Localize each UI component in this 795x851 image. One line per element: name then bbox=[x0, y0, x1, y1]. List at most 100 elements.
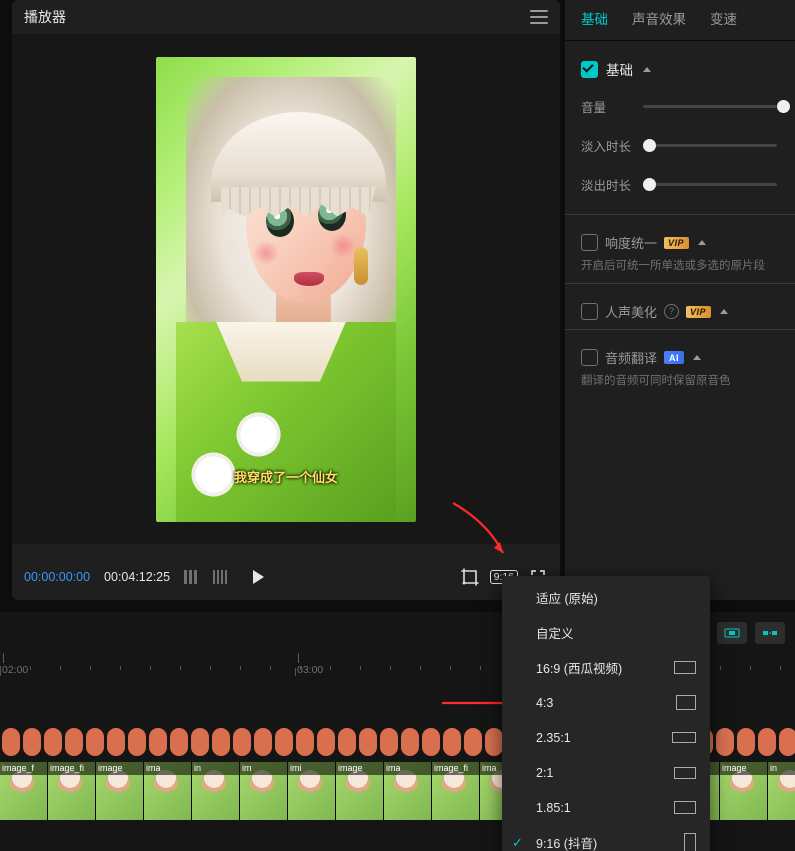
help-icon[interactable]: ? bbox=[664, 304, 679, 319]
clip-thumbnail[interactable]: ima bbox=[384, 762, 432, 820]
slider-row: 音量 bbox=[581, 97, 779, 116]
feature-checkbox[interactable] bbox=[581, 303, 598, 320]
feature-block: 人声美化? VIP bbox=[581, 302, 779, 321]
ratio-option[interactable]: 4:3 bbox=[502, 685, 710, 720]
slider-label: 音量 bbox=[581, 97, 643, 116]
columns-dense-icon[interactable] bbox=[210, 567, 230, 587]
ratio-option[interactable]: 2.35:1 bbox=[502, 720, 710, 755]
chevron-up-icon bbox=[693, 355, 701, 360]
clip-thumbnail[interactable]: ima bbox=[144, 762, 192, 820]
tab-声音效果[interactable]: 声音效果 bbox=[620, 0, 698, 40]
ratio-option-label: 2:1 bbox=[536, 766, 553, 780]
chevron-up-icon bbox=[643, 67, 651, 72]
ratio-option-label: 自定义 bbox=[536, 623, 574, 642]
vip-badge: VIP bbox=[664, 237, 689, 249]
ratio-swatch-icon bbox=[684, 833, 696, 851]
feature-title: 人声美化 bbox=[605, 302, 657, 321]
chevron-up-icon bbox=[698, 240, 706, 245]
clip-thumbnail[interactable]: image bbox=[96, 762, 144, 820]
ratio-swatch-icon bbox=[676, 695, 696, 710]
clip-thumbnail[interactable]: image_fi bbox=[432, 762, 480, 820]
clip-label: image_fi bbox=[48, 762, 95, 775]
tab-变速[interactable]: 变速 bbox=[698, 0, 749, 40]
ratio-option[interactable]: 自定义 bbox=[502, 615, 710, 650]
ratio-option[interactable]: 2:1 bbox=[502, 755, 710, 790]
ratio-swatch-icon bbox=[672, 732, 696, 743]
ratio-option-label: 2.35:1 bbox=[536, 731, 571, 745]
tab-基础[interactable]: 基础 bbox=[569, 0, 620, 40]
feature-checkbox[interactable] bbox=[581, 234, 598, 251]
ratio-option-label: 1.85:1 bbox=[536, 801, 571, 815]
slider-track[interactable] bbox=[643, 183, 777, 186]
feature-checkbox[interactable] bbox=[581, 349, 598, 366]
basic-checkbox[interactable] bbox=[581, 61, 598, 78]
menu-icon[interactable] bbox=[530, 10, 548, 24]
clip-label: image bbox=[96, 762, 143, 775]
ratio-swatch-icon bbox=[674, 661, 696, 674]
slider-label: 淡入时长 bbox=[581, 136, 643, 155]
clip-thumbnail[interactable]: image bbox=[720, 762, 768, 820]
clip-thumbnail[interactable]: imi bbox=[288, 762, 336, 820]
clip-label: image_f bbox=[0, 762, 47, 775]
slider-track[interactable] bbox=[643, 144, 777, 147]
play-button[interactable] bbox=[248, 567, 268, 587]
player-title: 播放器 bbox=[24, 7, 66, 27]
timeline-tool-b[interactable] bbox=[755, 622, 785, 644]
ratio-swatch-icon bbox=[674, 767, 696, 779]
check-icon: ✓ bbox=[512, 835, 523, 851]
clip-thumbnail[interactable]: image bbox=[336, 762, 384, 820]
total-duration: 00:04:12:25 bbox=[104, 570, 170, 584]
clip-label: in bbox=[768, 762, 795, 775]
ai-badge: AI bbox=[664, 351, 684, 364]
slider-track[interactable] bbox=[643, 105, 777, 108]
feature-block: 响度统一 VIP 开启后可统一所单选或多选的原片段 bbox=[581, 233, 779, 275]
crop-icon[interactable] bbox=[460, 567, 480, 587]
columns-icon[interactable] bbox=[180, 567, 200, 587]
ratio-option[interactable]: 1.85:1 bbox=[502, 790, 710, 825]
clip-label: im bbox=[240, 762, 287, 775]
feature-block: 音频翻译 AI 翻译的音频可同时保留原音色 bbox=[581, 348, 779, 390]
ratio-option-label: 4:3 bbox=[536, 696, 553, 710]
ruler-tick-label: | 02:00 bbox=[2, 652, 28, 676]
ratio-option[interactable]: ✓ 9:16 (抖音) bbox=[502, 825, 710, 851]
preview-frame[interactable]: 我穿成了一个仙女 bbox=[156, 57, 416, 522]
feature-title: 响度统一 bbox=[605, 233, 657, 252]
player-panel: 播放器 我穿成了一个仙女 00:00:00:00 00:04:12:25 bbox=[12, 0, 560, 600]
player-header: 播放器 bbox=[12, 0, 560, 34]
preview-area: 我穿成了一个仙女 bbox=[12, 34, 560, 544]
ratio-option-label: 适应 (原始) bbox=[536, 588, 598, 607]
ruler-tick-label: | 03:00 bbox=[297, 652, 323, 676]
clip-label: image bbox=[336, 762, 383, 775]
clip-label: ima bbox=[144, 762, 191, 775]
clip-label: ima bbox=[384, 762, 431, 775]
aspect-ratio-menu: 适应 (原始) 自定义 16:9 (西瓜视频) 4:3 2.35:1 2:1 1.85:1 ✓… bbox=[502, 576, 710, 851]
clip-thumbnail[interactable]: in bbox=[192, 762, 240, 820]
properties-panel: 基础声音效果变速 基础 音量淡入时长淡出时长 响度统一VIP开启后可统一所单选或… bbox=[565, 0, 795, 600]
feature-desc: 开启后可统一所单选或多选的原片段 bbox=[581, 258, 779, 275]
subtitle-overlay: 我穿成了一个仙女 bbox=[156, 467, 416, 486]
ratio-option[interactable]: 适应 (原始) bbox=[502, 580, 710, 615]
vip-badge: VIP bbox=[686, 306, 711, 318]
current-time: 00:00:00:00 bbox=[24, 570, 90, 584]
clip-thumbnail[interactable]: image_f bbox=[0, 762, 48, 820]
ratio-option-label: 16:9 (西瓜视频) bbox=[536, 658, 622, 677]
chevron-up-icon bbox=[720, 309, 728, 314]
ratio-option[interactable]: 16:9 (西瓜视频) bbox=[502, 650, 710, 685]
slider-label: 淡出时长 bbox=[581, 175, 643, 194]
clip-label: image_fi bbox=[432, 762, 479, 775]
clip-thumbnail[interactable]: image_fi bbox=[48, 762, 96, 820]
clip-label: image bbox=[720, 762, 767, 775]
player-controls: 00:00:00:00 00:04:12:25 9:16 bbox=[12, 554, 560, 600]
slider-row: 淡入时长 bbox=[581, 136, 779, 155]
clip-thumbnail[interactable]: im bbox=[240, 762, 288, 820]
clip-label: imi bbox=[288, 762, 335, 775]
basic-section-header[interactable]: 基础 bbox=[581, 59, 779, 79]
ratio-option-label: 9:16 (抖音) bbox=[536, 833, 597, 851]
basic-section-title: 基础 bbox=[606, 59, 633, 79]
feature-desc: 翻译的音频可同时保留原音色 bbox=[581, 373, 779, 390]
feature-title: 音频翻译 bbox=[605, 348, 657, 367]
clip-label: in bbox=[192, 762, 239, 775]
clip-thumbnail[interactable]: in bbox=[768, 762, 795, 820]
timeline-tool-a[interactable] bbox=[717, 622, 747, 644]
slider-row: 淡出时长 bbox=[581, 175, 779, 194]
